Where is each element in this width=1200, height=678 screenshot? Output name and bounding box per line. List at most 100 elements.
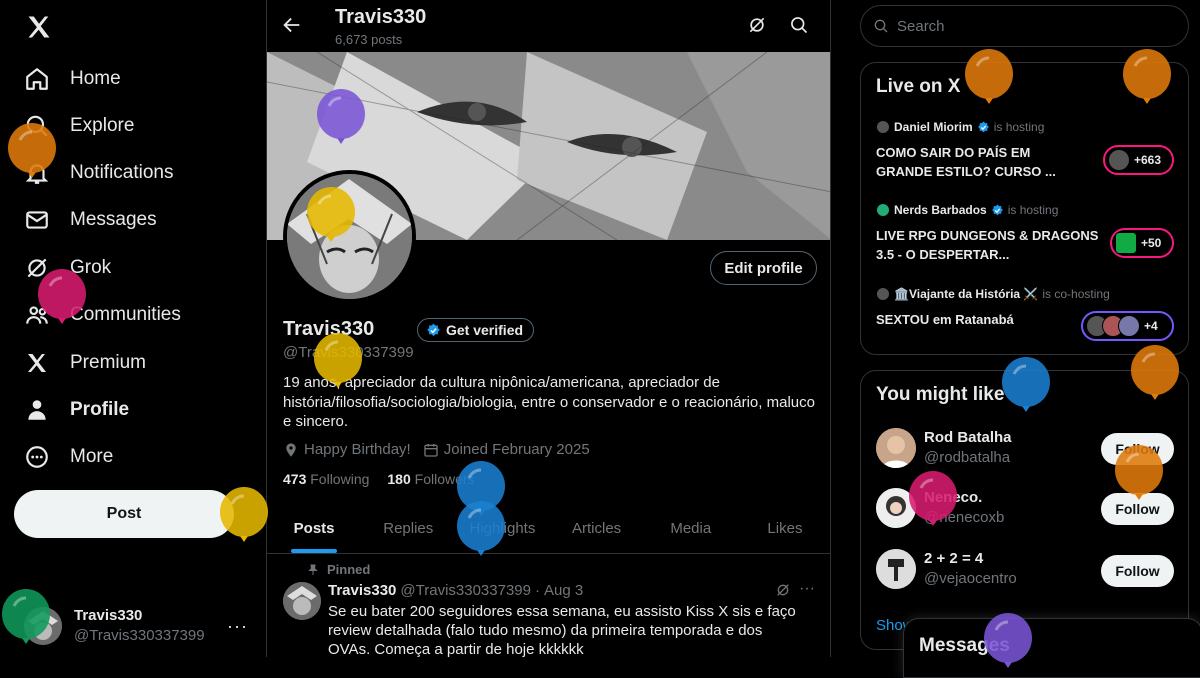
balloon-icon[interactable] <box>218 486 270 552</box>
tweet-author-handle[interactable]: @Travis330337399 <box>400 582 531 599</box>
live-title[interactable]: SEXTOU em Ratanabá <box>876 310 1076 329</box>
suggested-user[interactable]: 2 + 2 = 4 @vejaocentro <box>876 549 1017 589</box>
avatar <box>876 428 916 468</box>
live-title[interactable]: LIVE RPG DUNGEONS & DRAGONS 3.5 - O DESP… <box>876 226 1101 264</box>
balloon-icon[interactable] <box>963 48 1015 114</box>
more-horizontal-icon[interactable]: ··· <box>799 580 815 598</box>
pin-icon <box>307 564 319 576</box>
tab-media[interactable]: Media <box>644 504 738 553</box>
live-host-name: 🏛️Viajante da História ⚔️ <box>894 287 1039 301</box>
suggested-user-handle: @vejaocentro <box>924 570 1017 587</box>
avatar <box>876 120 890 134</box>
more-horizontal-icon[interactable]: ··· <box>227 616 248 637</box>
balloon-icon[interactable] <box>6 122 58 188</box>
balloon-icon[interactable] <box>1113 444 1165 510</box>
balloon-icon[interactable] <box>305 186 357 252</box>
profile-header-bar: Travis330 6,673 posts <box>267 0 830 52</box>
live-host[interactable]: Daniel Miorim is hosting <box>876 120 1044 134</box>
post-count: 6,673 posts <box>335 32 403 47</box>
live-host-name: Daniel Miorim <box>894 120 973 134</box>
nav-profile[interactable]: Profile <box>14 388 139 432</box>
balloon-icon[interactable] <box>1129 344 1181 410</box>
live-host-status: is co-hosting <box>1042 287 1110 301</box>
following-count: 473 <box>283 471 307 487</box>
calendar-icon <box>423 442 439 458</box>
birthday-text: Happy Birthday! <box>304 441 411 458</box>
tweet-separator: · <box>535 582 540 599</box>
avatar <box>876 287 890 301</box>
messages-drawer[interactable]: Messages <box>903 618 1200 678</box>
follow-stats: 473 Following 180 Followers <box>283 471 475 487</box>
balloon-icon[interactable] <box>36 268 88 334</box>
nav-more-label: More <box>70 446 114 467</box>
live-listeners-pill[interactable]: +663 <box>1103 145 1174 175</box>
avatar <box>1118 315 1140 337</box>
account-name: Travis330 <box>74 607 143 624</box>
envelope-icon <box>24 207 50 233</box>
suggest-card-title: You might like <box>876 384 1005 405</box>
joined-date: Joined February 2025 <box>443 441 590 458</box>
x-logo-icon[interactable] <box>22 10 56 44</box>
edit-profile-button[interactable]: Edit profile <box>710 251 817 285</box>
live-host-status: is hosting <box>1007 203 1059 217</box>
nav-premium[interactable]: Premium <box>14 341 156 385</box>
following-link[interactable]: 473 Following <box>283 471 369 487</box>
live-listeners-pill[interactable]: +4 <box>1081 311 1174 341</box>
search-icon <box>873 18 889 34</box>
back-arrow-icon[interactable] <box>281 14 305 38</box>
nav-messages-label: Messages <box>70 209 157 230</box>
balloon-icon[interactable] <box>312 332 364 398</box>
avatar <box>876 549 916 589</box>
profile-meta: Happy Birthday! Joined February 2025 <box>283 441 590 458</box>
search-icon[interactable] <box>789 15 809 35</box>
profile-tabs: Posts Replies Highlights Articles Media … <box>267 504 830 554</box>
nav-home-label: Home <box>70 68 121 89</box>
follow-button[interactable]: Follow <box>1101 555 1174 587</box>
nav-more[interactable]: More <box>14 435 123 479</box>
balloon-icon[interactable] <box>455 500 507 566</box>
suggested-user[interactable]: Rod Batalha @rodbatalha <box>876 428 1012 468</box>
search-input[interactable] <box>897 17 1177 35</box>
tweet-author-name[interactable]: Travis330 <box>328 582 396 599</box>
listener-count: +4 <box>1144 319 1158 333</box>
nav-home[interactable]: Home <box>14 57 131 101</box>
live-title[interactable]: COMO SAIR DO PAÍS EM GRANDE ESTILO? CURS… <box>876 143 1076 181</box>
pinned-label: Pinned <box>327 562 371 577</box>
tweet-header: Travis330 @Travis330337399 · Aug 3 <box>328 582 583 599</box>
live-host[interactable]: 🏛️Viajante da História ⚔️ is co-hosting <box>876 287 1110 301</box>
pinned-indicator: Pinned <box>307 562 370 577</box>
verified-badge-icon <box>426 323 441 338</box>
nav-messages[interactable]: Messages <box>14 198 167 242</box>
more-circle-icon <box>24 444 50 470</box>
tab-likes[interactable]: Likes <box>738 504 830 553</box>
search-box[interactable] <box>860 5 1189 47</box>
live-card-title: Live on X <box>876 76 961 97</box>
x-logo-icon <box>24 350 50 376</box>
tab-replies[interactable]: Replies <box>361 504 455 553</box>
balloon-icon[interactable] <box>982 612 1034 678</box>
balloon-icon[interactable] <box>1121 48 1173 114</box>
balloon-icon[interactable] <box>315 88 367 154</box>
avatar <box>876 203 890 217</box>
tab-articles[interactable]: Articles <box>550 504 644 553</box>
account-handle: @Travis330337399 <box>74 627 205 644</box>
verified-badge-icon <box>977 121 990 134</box>
live-host-name: Nerds Barbados <box>894 203 987 217</box>
suggested-user-name: Rod Batalha <box>924 429 1012 446</box>
live-host-status: is hosting <box>993 120 1045 134</box>
grok-icon[interactable] <box>775 582 791 598</box>
live-listeners-pill[interactable]: +50 <box>1110 228 1174 258</box>
live-host[interactable]: Nerds Barbados is hosting <box>876 203 1058 217</box>
balloon-icon[interactable] <box>907 470 959 536</box>
verified-badge-icon <box>991 204 1004 217</box>
grok-icon[interactable] <box>747 15 767 35</box>
balloon-icon[interactable] <box>1000 356 1052 422</box>
post-button[interactable]: Post <box>14 490 234 538</box>
tab-posts[interactable]: Posts <box>267 504 361 553</box>
suggested-user-handle: @rodbatalha <box>924 449 1011 466</box>
get-verified-button[interactable]: Get verified <box>417 318 535 342</box>
tweet-date[interactable]: Aug 3 <box>544 582 583 599</box>
balloon-icon[interactable] <box>0 588 52 654</box>
avatar[interactable] <box>283 582 321 620</box>
nav-profile-label: Profile <box>70 399 130 420</box>
